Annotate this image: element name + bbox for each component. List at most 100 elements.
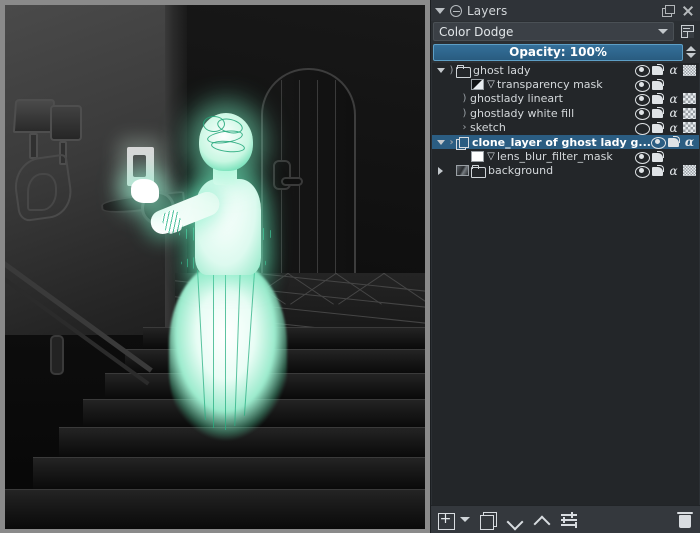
lock-icon[interactable] bbox=[651, 93, 664, 105]
alpha-lock-icon[interactable] bbox=[683, 165, 696, 176]
krita-window: Layers Color Dodge Opacity: 100% bbox=[0, 0, 700, 533]
canvas-area[interactable] bbox=[0, 0, 430, 533]
layer-properties-button[interactable] bbox=[560, 511, 578, 529]
expand-toggle[interactable] bbox=[434, 167, 447, 175]
stepper-down-icon[interactable] bbox=[686, 53, 696, 58]
visibility-icon[interactable] bbox=[651, 136, 664, 148]
alpha-lock-icon[interactable] bbox=[683, 108, 696, 119]
docker-title-label: Layers bbox=[467, 4, 654, 18]
mask-icon: ▽ bbox=[486, 80, 496, 90]
layer-name: lens_blur_filter_mask bbox=[496, 150, 635, 163]
layer-row-sketch[interactable]: › sketch α bbox=[432, 121, 699, 135]
onion-skin-icon: ) bbox=[460, 108, 469, 119]
layer-thumbnail bbox=[456, 165, 469, 176]
expand-toggle[interactable] bbox=[434, 68, 447, 73]
alpha-inherit-icon[interactable]: α bbox=[667, 165, 680, 177]
layer-properties-button-top[interactable] bbox=[677, 22, 697, 41]
opacity-stepper[interactable] bbox=[685, 46, 697, 58]
layer-row-clone-layer[interactable]: › clone_layer of ghost lady g... α bbox=[432, 135, 699, 149]
lock-icon[interactable] bbox=[651, 79, 664, 91]
lock-icon[interactable] bbox=[651, 64, 664, 76]
layer-name: sketch bbox=[469, 121, 635, 134]
triangle-down-icon[interactable] bbox=[435, 8, 445, 14]
visibility-icon[interactable] bbox=[635, 64, 648, 76]
move-layer-down-button[interactable] bbox=[506, 511, 524, 529]
layer-row-ghost-lady[interactable]: ) ghost lady α bbox=[432, 63, 699, 77]
lamp-shade-left bbox=[13, 99, 55, 133]
layer-thumbnail bbox=[456, 137, 469, 148]
layer-name: transparency mask bbox=[496, 78, 635, 91]
alpha-lock-icon[interactable] bbox=[683, 122, 696, 133]
layer-name: background bbox=[487, 164, 635, 177]
ghost-skirt bbox=[169, 263, 287, 441]
visibility-icon[interactable] bbox=[635, 107, 648, 119]
add-layer-dropdown-icon[interactable] bbox=[460, 517, 470, 522]
lock-icon[interactable] bbox=[651, 165, 664, 177]
lamp-shade-right bbox=[50, 105, 82, 141]
alpha-inherit-icon[interactable]: α bbox=[667, 64, 680, 76]
artwork-illustration bbox=[5, 5, 425, 529]
visibility-icon[interactable] bbox=[635, 151, 648, 163]
expand-toggle[interactable] bbox=[434, 140, 447, 145]
docker-title-bar: Layers bbox=[431, 0, 700, 21]
stepper-up-icon[interactable] bbox=[686, 46, 696, 51]
lock-icon[interactable] bbox=[651, 151, 664, 163]
alpha-inherit-icon[interactable]: α bbox=[667, 93, 680, 105]
layers-docker-icon bbox=[450, 5, 462, 17]
move-layer-up-button[interactable] bbox=[533, 511, 551, 529]
layers-docker: Layers Color Dodge Opacity: 100% bbox=[430, 0, 700, 533]
onion-skin-icon: ) bbox=[447, 65, 456, 76]
delete-layer-button[interactable] bbox=[676, 511, 694, 529]
layer-name: ghost lady bbox=[472, 64, 635, 77]
layer-name: ghostlady white fill bbox=[469, 107, 635, 120]
blend-mode-value: Color Dodge bbox=[439, 25, 658, 39]
opacity-row: Opacity: 100% bbox=[431, 42, 700, 62]
lock-icon[interactable] bbox=[667, 136, 680, 148]
lamp-stem-left bbox=[29, 133, 38, 159]
onion-skin-icon: › bbox=[460, 122, 469, 133]
stair-step bbox=[5, 489, 425, 529]
visibility-icon[interactable] bbox=[635, 122, 648, 134]
ghost-hand bbox=[131, 179, 159, 203]
onion-skin-icon: ) bbox=[460, 93, 469, 104]
opacity-slider[interactable]: Opacity: 100% bbox=[433, 44, 683, 61]
alpha-lock-icon[interactable] bbox=[683, 65, 696, 76]
layer-row-lens-blur-filter-mask[interactable]: ▽ lens_blur_filter_mask bbox=[432, 149, 699, 163]
opacity-value-label: Opacity: 100% bbox=[509, 45, 607, 59]
layer-thumbnail bbox=[471, 151, 484, 162]
alpha-inherit-icon[interactable]: α bbox=[667, 122, 680, 134]
alpha-lock-icon[interactable] bbox=[683, 93, 696, 104]
layer-properties-icon bbox=[681, 25, 694, 38]
stair-step bbox=[33, 457, 425, 489]
layer-row-background[interactable]: background α bbox=[432, 164, 699, 178]
ghost-lady-figure bbox=[155, 105, 305, 445]
layer-name: ghostlady lineart bbox=[469, 92, 635, 105]
group-folder-icon bbox=[471, 165, 485, 176]
light-switch-toggle bbox=[133, 155, 146, 177]
layer-list[interactable]: ) ghost lady α ▽ transparency mask bbox=[432, 63, 699, 505]
layer-name: clone_layer of ghost lady g... bbox=[471, 136, 651, 149]
layer-row-ghostlady-white-fill[interactable]: ) ghostlady white fill α bbox=[432, 106, 699, 120]
duplicate-layer-button[interactable] bbox=[479, 511, 497, 529]
sconce-scrollwork-inner bbox=[27, 173, 57, 211]
visibility-icon[interactable] bbox=[635, 79, 648, 91]
add-layer-button[interactable] bbox=[437, 511, 455, 529]
alpha-inherit-icon[interactable]: α bbox=[667, 107, 680, 119]
layer-thumbnail bbox=[456, 65, 470, 76]
layer-row-ghostlady-lineart[interactable]: ) ghostlady lineart α bbox=[432, 92, 699, 106]
blend-mode-select[interactable]: Color Dodge bbox=[433, 22, 674, 41]
float-icon[interactable] bbox=[659, 3, 675, 19]
blend-mode-row: Color Dodge bbox=[431, 21, 700, 42]
layer-thumbnail bbox=[471, 79, 484, 90]
onion-skin-icon: › bbox=[447, 137, 456, 148]
lock-icon[interactable] bbox=[651, 122, 664, 134]
mask-icon: ▽ bbox=[486, 152, 496, 162]
visibility-icon[interactable] bbox=[635, 165, 648, 177]
layer-toolbar bbox=[431, 505, 700, 533]
visibility-icon[interactable] bbox=[635, 93, 648, 105]
layer-row-transparency-mask[interactable]: ▽ transparency mask bbox=[432, 77, 699, 91]
alpha-inherit-icon[interactable]: α bbox=[683, 136, 696, 148]
artwork-canvas[interactable] bbox=[5, 5, 425, 529]
close-icon[interactable] bbox=[680, 3, 696, 19]
lock-icon[interactable] bbox=[651, 107, 664, 119]
